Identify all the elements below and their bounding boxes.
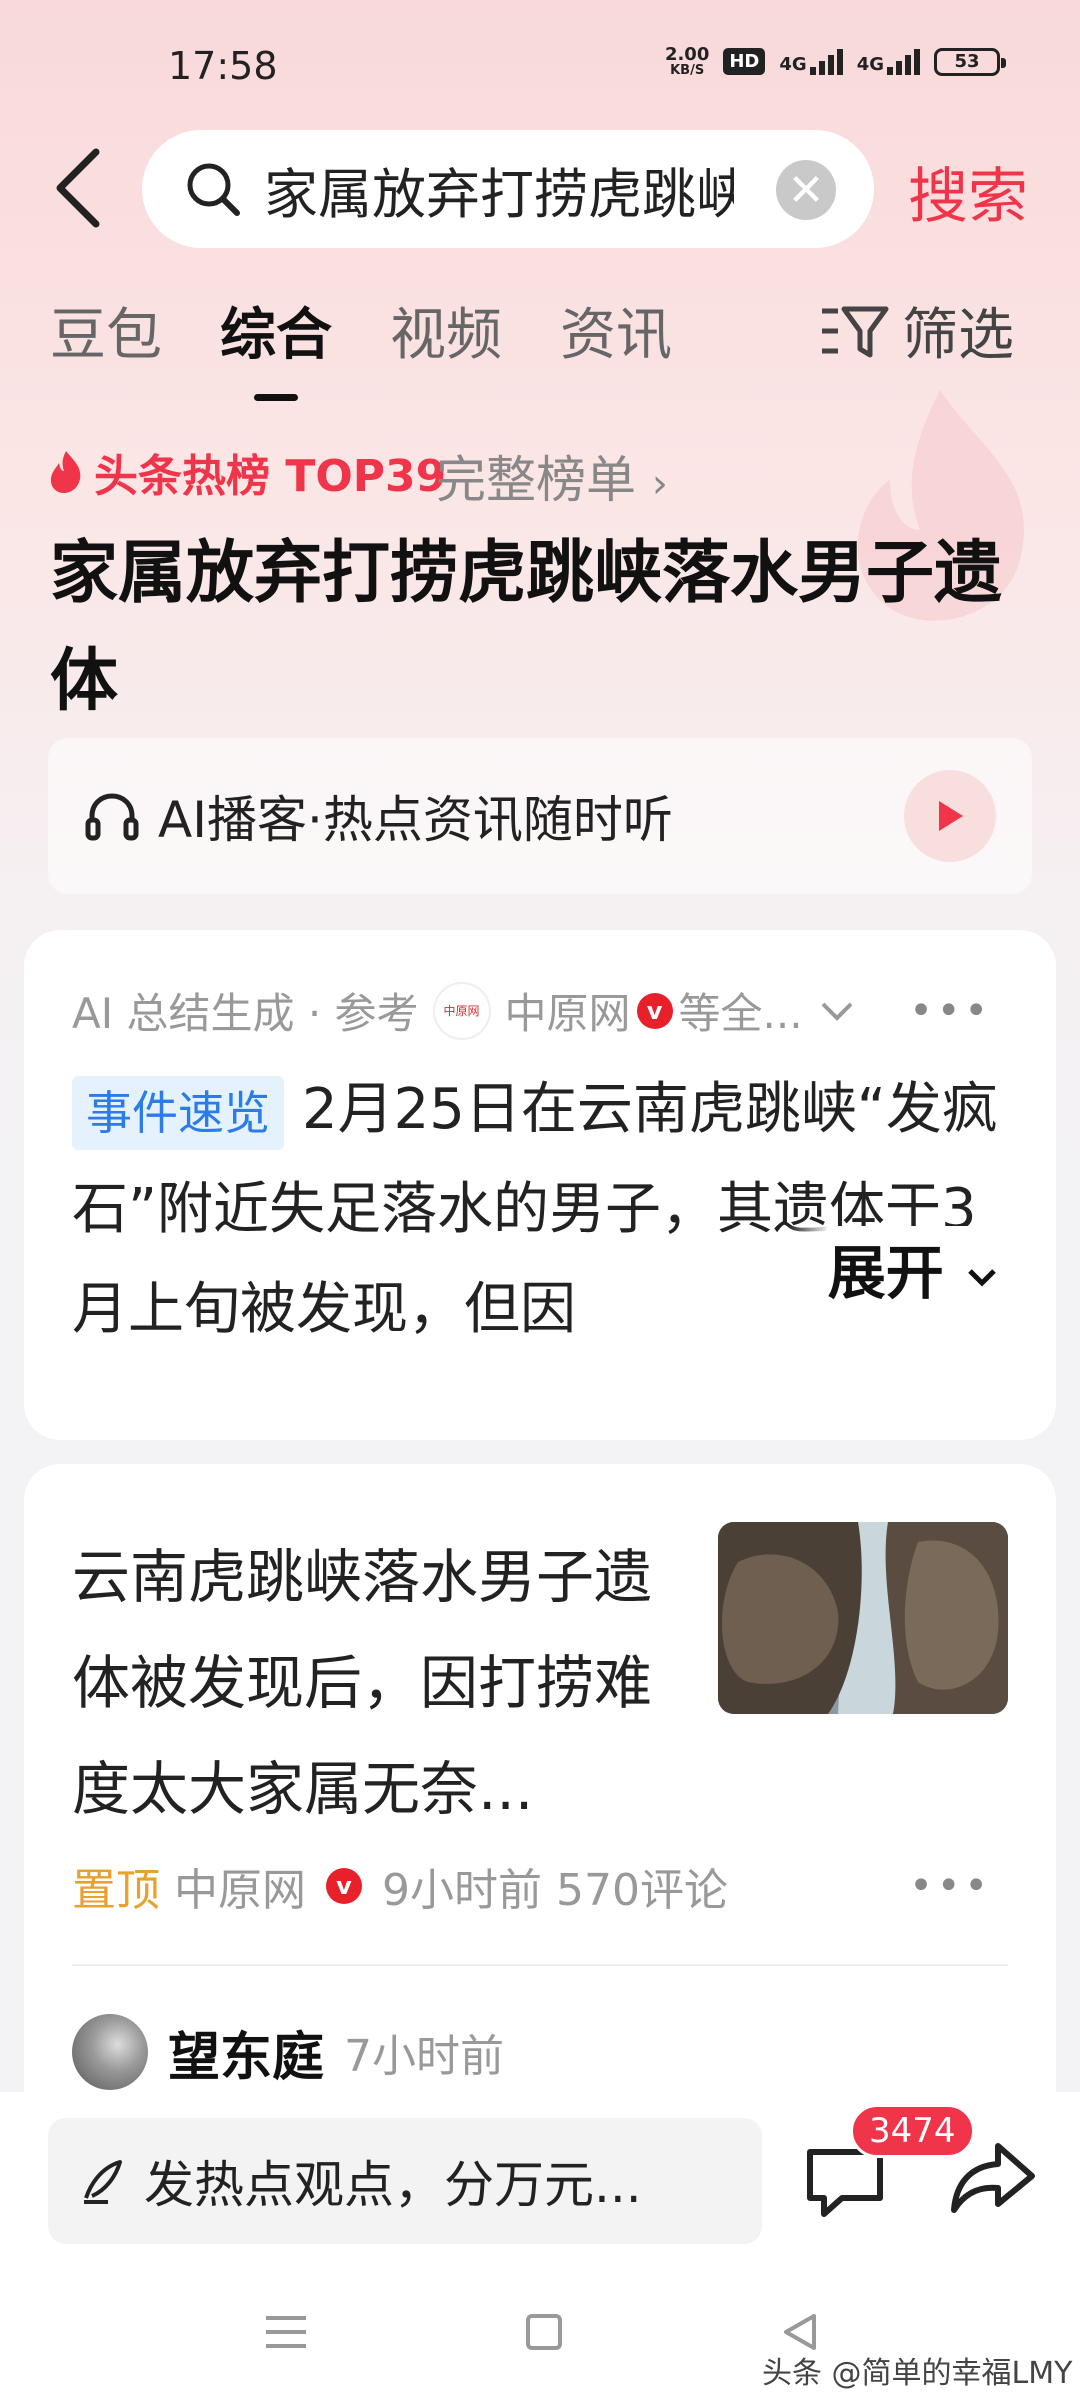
status-time: 17:58 (168, 44, 278, 88)
network-speed: 2.00 KB/S (664, 44, 710, 78)
search-button[interactable]: 搜索 (908, 148, 1028, 235)
comment-input[interactable]: 发热点观点，分万元... (48, 2118, 762, 2244)
menu-icon[interactable] (264, 2314, 308, 2350)
news-meta: 置顶 中原网 v 9小时前 570评论 ••• (72, 1854, 1032, 1918)
ai-source-suffix: 等全... (678, 989, 803, 1038)
signal-1-label: 4G (779, 53, 807, 75)
search-query: 家属放弃打捞虎跳峡落水男子遗体 (264, 162, 734, 226)
news-comments: 570评论 (556, 1865, 728, 1916)
author-time: 7小时前 (344, 2031, 505, 2082)
filter-button[interactable]: 筛选 (820, 290, 1014, 371)
headphones-icon (85, 793, 139, 841)
hot-rank-label: 头条热榜 TOP39 (94, 451, 447, 502)
filter-label: 筛选 (902, 303, 1014, 368)
tab-doubao[interactable]: 豆包 (50, 290, 162, 371)
share-icon (951, 2143, 1035, 2213)
news-thumbnail[interactable] (718, 1522, 1008, 1714)
ai-source-name[interactable]: 中原网 (505, 980, 631, 1041)
news-source[interactable]: 中原网 (174, 1854, 306, 1918)
play-icon (939, 801, 963, 831)
chevron-down-icon (968, 1269, 996, 1287)
tab-bar: 豆包 综合 视频 资讯 (50, 290, 672, 401)
verified-icon: v (326, 1868, 362, 1904)
home-icon[interactable] (526, 2314, 562, 2350)
filter-icon (822, 306, 889, 357)
author-name[interactable]: 望东庭 (168, 2015, 324, 2090)
chevron-down-icon[interactable] (817, 996, 857, 1026)
play-button[interactable] (904, 770, 996, 862)
signal-2-label: 4G (856, 53, 884, 75)
more-options-icon[interactable]: ••• (909, 988, 992, 1034)
more-options-icon[interactable]: ••• (909, 1863, 992, 1909)
ai-summary-card: AI 总结生成 · 参考 中原网 中原网 v 等全... ••• 事件速览 2月2… (24, 930, 1056, 1440)
net-speed-value: 2.00 (664, 44, 710, 65)
watermark: 头条 @简单的幸福LMY (762, 2356, 1073, 2391)
expand-label: 展开 (827, 1239, 944, 1307)
hd-icon: HD (723, 48, 766, 75)
net-speed-unit: KB/S (670, 63, 705, 78)
expand-button[interactable]: 展开 (787, 1226, 1000, 1310)
hot-rank-badge[interactable]: 头条热榜 TOP39 (48, 440, 446, 504)
search-icon (187, 163, 240, 216)
verified-icon: v (636, 992, 673, 1029)
nav-back-icon[interactable] (780, 2312, 820, 2352)
pinned-label: 置顶 (72, 1865, 160, 1916)
chevron-right-icon: › (651, 461, 668, 507)
comment-placeholder: 发热点观点，分万元... (144, 2156, 642, 2214)
ai-summary-header: AI 总结生成 · 参考 中原网 中原网 v 等全... ••• (72, 980, 1032, 1041)
full-list-link[interactable]: 完整榜单 › (436, 440, 668, 512)
podcast-label: AI播客·热点资讯随时听 (158, 791, 673, 849)
author-row[interactable]: 望东庭 7小时前 (72, 2014, 504, 2090)
clear-icon[interactable]: ✕ (776, 160, 836, 220)
share-button[interactable] (948, 2138, 1038, 2218)
tab-video[interactable]: 视频 (390, 290, 502, 371)
flame-icon (50, 451, 81, 493)
source-logo: 中原网 (432, 981, 491, 1040)
battery-icon: 53 (934, 47, 1006, 76)
page-title: 家属放弃打捞虎跳峡落水男子遗体 (50, 534, 1003, 721)
signal-icon: 4G (779, 48, 843, 75)
status-icons: 2.00 KB/S HD 4G 4G 53 (664, 44, 1006, 78)
tab-news[interactable]: 资讯 (560, 290, 672, 371)
ai-podcast-bar[interactable]: AI播客·热点资讯随时听 (48, 738, 1032, 894)
back-button[interactable] (44, 138, 114, 238)
pen-icon (84, 2160, 122, 2204)
divider (72, 1964, 1008, 1966)
ai-summary-text: 事件速览 2月25日在云南虎跳峡“发疯石”附近失足落水的男子，其遗体于3月上旬被发… (72, 1060, 1022, 1360)
full-list-label: 完整榜单 (436, 451, 636, 509)
event-overview-tag: 事件速览 (72, 1075, 284, 1150)
gorge-rocks-image (718, 1522, 1008, 1714)
tab-comprehensive[interactable]: 综合 (220, 290, 332, 401)
avatar[interactable] (72, 2014, 148, 2090)
news-time: 9小时前 (382, 1865, 542, 1916)
news-title[interactable]: 云南虎跳峡落水男子遗体被发现后，因打捞难度太大家属无奈... (72, 1524, 692, 1842)
search-input[interactable]: 家属放弃打捞虎跳峡落水男子遗体 ✕ (142, 130, 874, 248)
signal-icon-2: 4G (856, 48, 920, 75)
back-arrow-icon (56, 148, 100, 228)
ai-summary-prefix: AI 总结生成 · 参考 (72, 989, 419, 1038)
